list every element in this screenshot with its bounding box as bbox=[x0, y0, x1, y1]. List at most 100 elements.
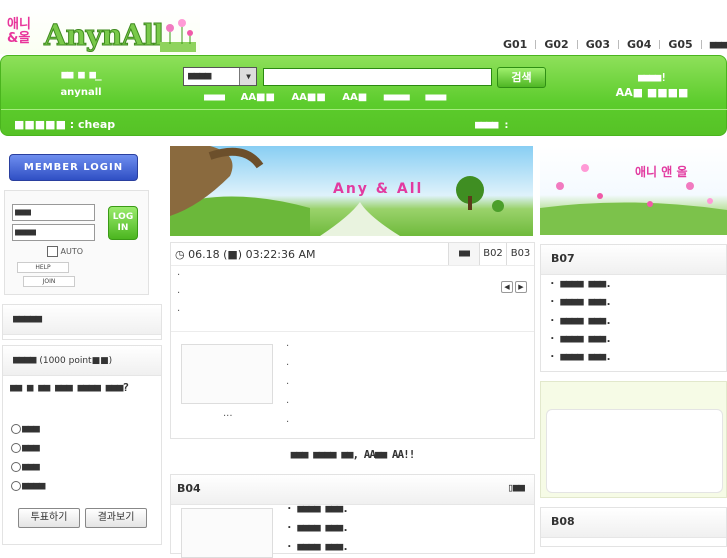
next-arrow-icon[interactable]: ▶ bbox=[515, 281, 527, 293]
b07-item-label: ■■■■ ■■■ bbox=[560, 314, 606, 327]
user-greeting: ■■ ■ ■_ anynall bbox=[41, 68, 121, 98]
hot-keyword[interactable]: AA■■ bbox=[291, 92, 325, 103]
nav-g02[interactable]: G02 bbox=[544, 38, 568, 51]
news-bullet: · bbox=[286, 360, 290, 371]
poll-option[interactable]: ■■■ bbox=[11, 422, 40, 435]
auto-login-label: AUTO bbox=[60, 247, 84, 256]
auto-login-toggle[interactable]: AUTO bbox=[47, 246, 83, 257]
news-divider bbox=[171, 331, 534, 332]
right-banner-title: 애니 앤 올 bbox=[635, 165, 688, 179]
search-button[interactable]: 검색 bbox=[497, 67, 546, 88]
b04-thumbnail[interactable] bbox=[181, 508, 273, 558]
right-banner[interactable]: 애니 앤 올 bbox=[540, 146, 727, 235]
radio-icon[interactable] bbox=[11, 462, 21, 472]
left-panel-1: ■■■■■ bbox=[2, 304, 162, 340]
radio-icon[interactable] bbox=[11, 481, 21, 491]
bar-divider bbox=[1, 109, 727, 110]
tab-b03[interactable]: B03 bbox=[506, 243, 534, 265]
chevron-down-icon[interactable]: ▼ bbox=[239, 68, 256, 85]
id-field[interactable]: ■■■ bbox=[12, 204, 95, 221]
b07-item[interactable]: · ■■■■ ■■■. bbox=[549, 277, 612, 290]
poll-option[interactable]: ■■■ bbox=[11, 441, 40, 454]
poll-title-note: (1000 point■■) bbox=[39, 356, 113, 366]
b04-panel: B04 ▯■■ · ■■■■ ■■■. · ■■■■ ■■■. · ■■■■ ■… bbox=[170, 474, 535, 558]
b08-title: B08 bbox=[551, 515, 575, 528]
b08-header: B08 bbox=[541, 508, 726, 538]
b07-item[interactable]: · ■■■■ ■■■. bbox=[549, 332, 612, 345]
b07-item-label: ■■■■ ■■■ bbox=[560, 295, 606, 308]
b04-item[interactable]: · ■■■■ ■■■. bbox=[286, 540, 349, 553]
hot-keyword[interactable]: AA■■ bbox=[241, 92, 275, 103]
poll-option[interactable]: ■■■■ bbox=[11, 479, 45, 492]
ad-box bbox=[540, 381, 727, 498]
b07-item-label: ■■■■ ■■■ bbox=[560, 332, 606, 345]
b04-item[interactable]: · ■■■■ ■■■. bbox=[286, 521, 349, 534]
news-bullet: · bbox=[177, 270, 181, 281]
news-bullet: · bbox=[286, 417, 290, 428]
nav-g05[interactable]: G05 bbox=[668, 38, 692, 51]
prev-arrow-icon[interactable]: ◀ bbox=[501, 281, 513, 293]
username: anynall bbox=[60, 87, 102, 98]
left-panel-1-title: ■■■■■ bbox=[3, 305, 161, 335]
hot-keywords: ■■■■ AA■■ AA■■ AA■ ■■■■■ ■■■■ bbox=[204, 92, 458, 103]
poll-option[interactable]: ■■■ bbox=[11, 460, 40, 473]
login-box: ■■■ ■■■■ LOG IN AUTO HELP JOIN bbox=[4, 190, 149, 295]
poll-question: ■■ ■ ■■ ■■■ ■■■■ ■■■? bbox=[10, 381, 129, 394]
result-button[interactable]: 결과보기 bbox=[85, 508, 147, 528]
b04-header: B04 ▯■■ bbox=[171, 475, 534, 505]
hot-keyword[interactable]: ■■■■ bbox=[204, 92, 225, 103]
help-button[interactable]: HELP bbox=[17, 262, 69, 273]
news-bullet: · bbox=[177, 306, 181, 317]
b07-item[interactable]: · ■■■■ ■■■. bbox=[549, 295, 612, 308]
flowers-banner-image bbox=[540, 164, 727, 235]
vote-button[interactable]: 투표하기 bbox=[18, 508, 80, 528]
tab-b02[interactable]: B02 bbox=[479, 243, 506, 265]
auto-login-checkbox[interactable] bbox=[47, 246, 58, 257]
poll-option-label: ■■■■ bbox=[22, 479, 45, 492]
radio-icon[interactable] bbox=[11, 443, 21, 453]
clock-text: 06.18 (■) 03:22:36 AM bbox=[188, 248, 316, 261]
clock: ◷ 06.18 (■) 03:22:36 AM bbox=[175, 248, 316, 261]
poll-option-label: ■■■ bbox=[22, 441, 40, 454]
cheap-link[interactable]: ■■■■■ : cheap bbox=[14, 118, 115, 131]
greeting-line: ■■ ■ ■_ bbox=[61, 68, 101, 81]
banner-title: Any & All bbox=[333, 181, 424, 197]
hot-keyword[interactable]: ■■■■ bbox=[425, 92, 446, 103]
bar-right-label: ■■■■ : bbox=[475, 118, 510, 131]
search-input[interactable] bbox=[263, 68, 492, 86]
nav-extra[interactable]: ■■■■ bbox=[710, 38, 727, 51]
b04-item-label: ■■■■ ■■■ bbox=[297, 521, 343, 534]
b04-more[interactable]: ▯■■ bbox=[507, 481, 525, 494]
hot-keyword[interactable]: AA■ bbox=[342, 92, 367, 103]
news-bullet: · bbox=[177, 288, 181, 299]
b04-item[interactable]: · ■■■■ ■■■. bbox=[286, 502, 349, 515]
login-button[interactable]: LOG IN bbox=[108, 206, 138, 240]
radio-icon[interactable] bbox=[11, 424, 21, 434]
tab-b01[interactable]: ■■ bbox=[448, 243, 479, 265]
search-category-select[interactable]: ■■■■ ▼ bbox=[183, 67, 257, 86]
site-logo[interactable]: 애니&올 AnynAll bbox=[0, 8, 200, 54]
nav-g03[interactable]: G03 bbox=[586, 38, 610, 51]
nav-g04[interactable]: G04 bbox=[627, 38, 651, 51]
main-banner[interactable]: Any & All bbox=[170, 146, 533, 236]
hot-keyword[interactable]: ■■■■■ bbox=[384, 92, 410, 103]
b07-item[interactable]: · ■■■■ ■■■. bbox=[549, 350, 612, 363]
member-login-header: MEMBER LOGIN bbox=[9, 154, 138, 181]
news-thumbnail[interactable] bbox=[181, 344, 273, 404]
ad-content[interactable] bbox=[546, 409, 723, 493]
flowers-icon bbox=[160, 19, 196, 52]
nav-g01[interactable]: G01 bbox=[503, 38, 527, 51]
top-nav: G01 G02 G03 G04 G05 ■■■■ bbox=[503, 36, 727, 52]
password-field[interactable]: ■■■■ bbox=[12, 224, 95, 241]
b04-more-label: ■■ bbox=[512, 481, 525, 494]
news-bullet: · bbox=[286, 341, 290, 352]
bar-right-notice: ■■■■! AA■ ■■■■ bbox=[607, 70, 697, 100]
logo-korean: 애니&올 bbox=[7, 17, 31, 46]
login-button-label: LOG IN bbox=[112, 212, 134, 233]
join-button[interactable]: JOIN bbox=[23, 276, 75, 287]
poll-panel: ■■■■ (1000 point■■) ■■ ■ ■■ ■■■ ■■■■ ■■■… bbox=[2, 345, 162, 545]
notice-line: AA■ ■■■■ bbox=[615, 86, 689, 99]
poll-option-label: ■■■ bbox=[22, 460, 40, 473]
thumbnail-caption: ... bbox=[223, 408, 233, 419]
b07-item[interactable]: · ■■■■ ■■■. bbox=[549, 314, 612, 327]
